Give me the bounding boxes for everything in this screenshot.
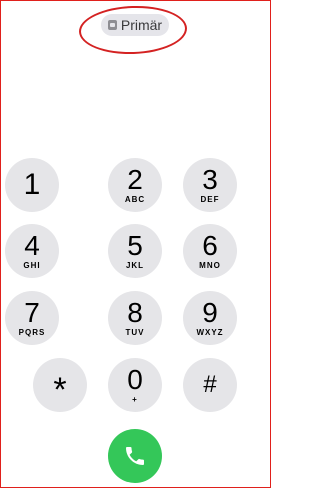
call-button[interactable]	[108, 429, 162, 483]
key-letters: +	[132, 395, 138, 404]
phone-screen: Primär 1 2 ABC 3 DEF 4 GHI 5 JKL 6 MNO 7…	[0, 0, 271, 488]
key-digit: 0	[127, 364, 143, 395]
key-8[interactable]: 8 TUV	[108, 291, 162, 345]
key-hash[interactable]: #	[183, 358, 237, 412]
key-6[interactable]: 6 MNO	[183, 224, 237, 278]
dial-keypad: 1 2 ABC 3 DEF 4 GHI 5 JKL 6 MNO 7 PQRS 8	[1, 1, 270, 487]
key-digit: 9	[202, 297, 218, 328]
key-letters: TUV	[125, 328, 145, 337]
key-digit: 7	[24, 297, 40, 328]
key-digit: 8	[127, 297, 143, 328]
key-4[interactable]: 4 GHI	[5, 224, 59, 278]
key-2[interactable]: 2 ABC	[108, 158, 162, 212]
key-7[interactable]: 7 PQRS	[5, 291, 59, 345]
key-digit: 5	[127, 230, 143, 261]
key-letters: PQRS	[18, 328, 46, 337]
key-digit: #	[203, 371, 217, 398]
key-letters: ABC	[124, 195, 146, 204]
key-digit: 2	[127, 164, 143, 195]
key-digit: 1	[23, 168, 41, 201]
key-letters: MNO	[199, 261, 221, 270]
key-digit: 4	[24, 230, 40, 261]
key-letters: JKL	[125, 261, 145, 270]
key-5[interactable]: 5 JKL	[108, 224, 162, 278]
phone-icon	[126, 447, 144, 465]
key-3[interactable]: 3 DEF	[183, 158, 237, 212]
key-digit: 3	[202, 164, 218, 195]
key-star[interactable]: *	[33, 358, 87, 412]
key-digit: *	[53, 371, 67, 409]
key-9[interactable]: 9 WXYZ	[183, 291, 237, 345]
key-letters: DEF	[200, 195, 220, 204]
key-0[interactable]: 0 +	[108, 358, 162, 412]
key-1[interactable]: 1	[5, 158, 59, 212]
key-digit: 6	[202, 230, 218, 261]
key-letters: GHI	[23, 261, 41, 270]
key-letters: WXYZ	[196, 328, 224, 337]
